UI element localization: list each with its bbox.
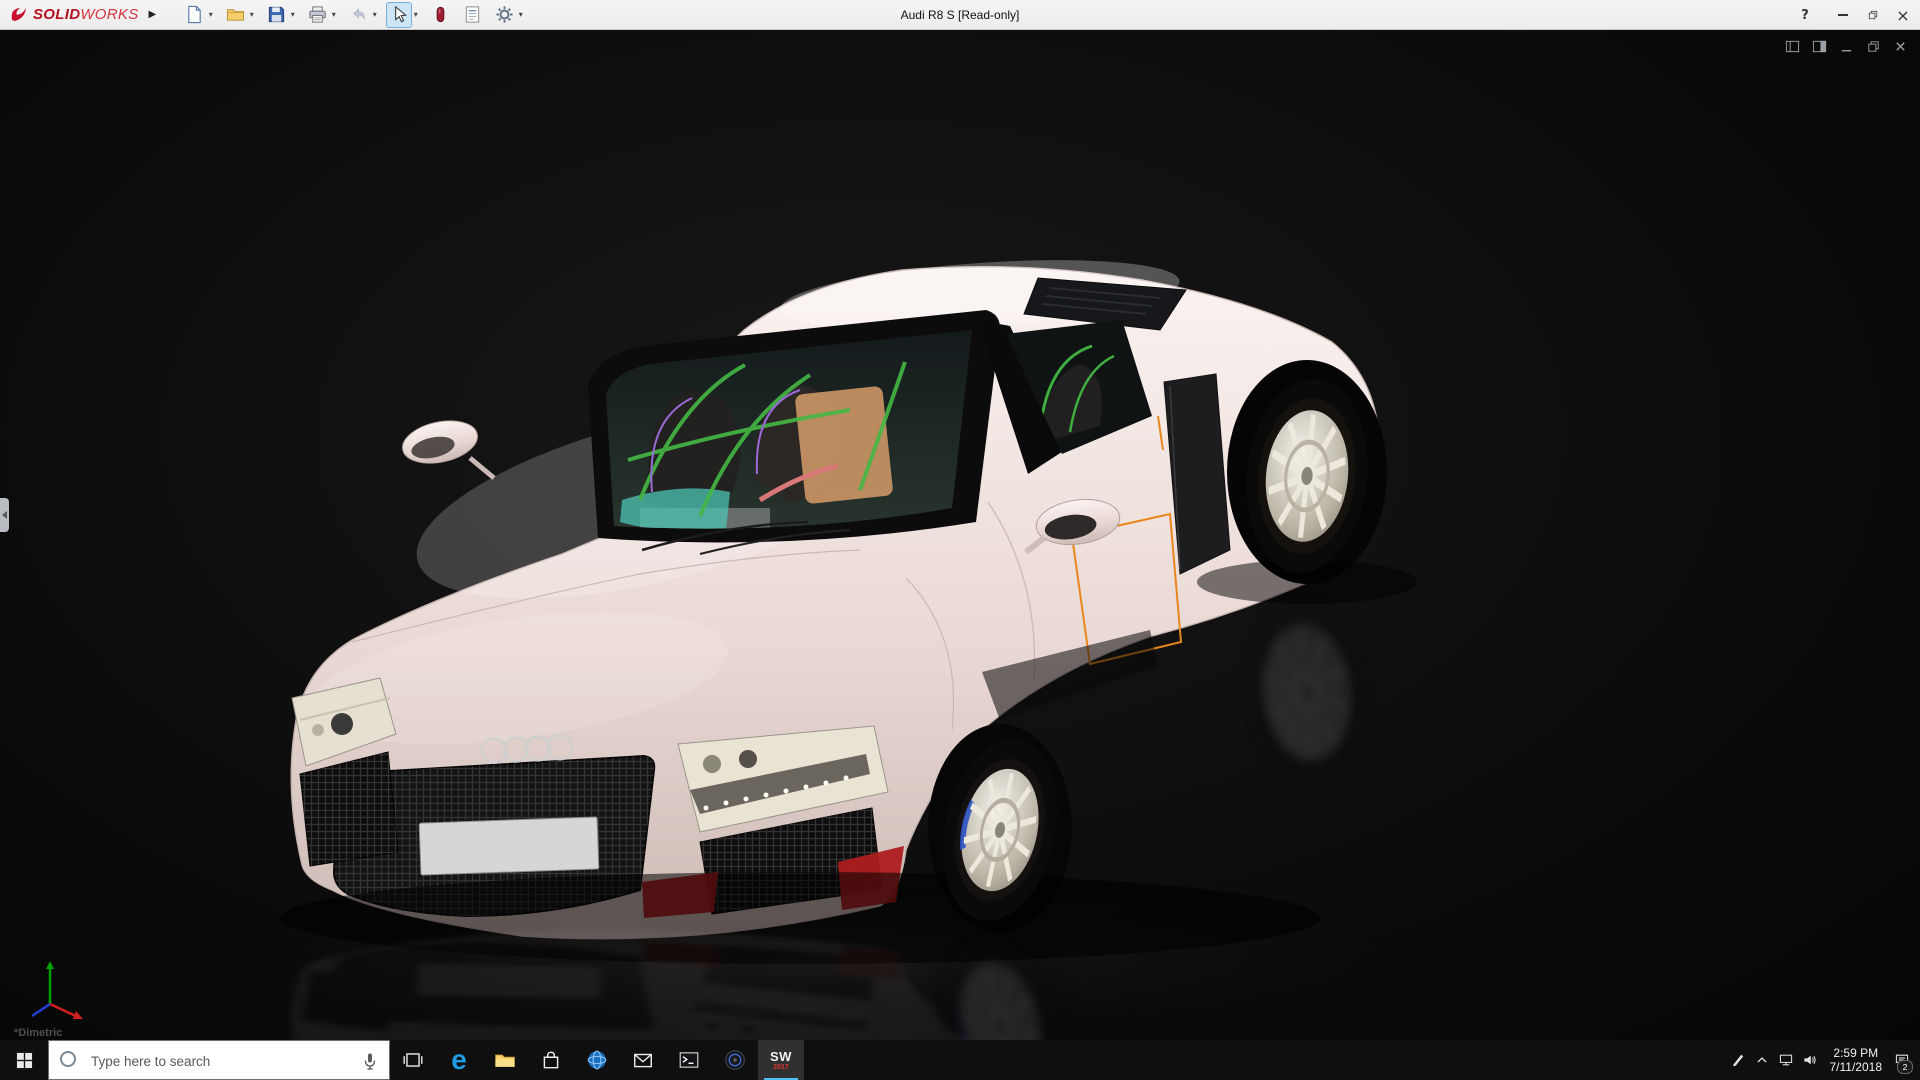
titlebar: SOLIDWORKS ▶ ▾ ▾ ▾ ▾ bbox=[0, 0, 1920, 30]
doc-close-icon[interactable] bbox=[1892, 38, 1908, 54]
minimize-icon bbox=[1838, 14, 1848, 16]
media-app-button[interactable] bbox=[712, 1040, 758, 1080]
save-dropdown[interactable]: ▾ bbox=[288, 10, 297, 19]
microphone-icon[interactable] bbox=[360, 1051, 380, 1071]
display-pane-icon[interactable] bbox=[1811, 38, 1827, 54]
edge-button[interactable]: e bbox=[436, 1040, 482, 1080]
undo-icon bbox=[349, 5, 368, 24]
left-mirror bbox=[399, 415, 482, 470]
z-axis bbox=[32, 1004, 50, 1016]
volume-button[interactable] bbox=[1798, 1040, 1822, 1080]
new-document-dropdown[interactable]: ▾ bbox=[206, 10, 215, 19]
page-icon bbox=[185, 5, 204, 24]
open-dropdown[interactable]: ▾ bbox=[247, 10, 256, 19]
graphics-area[interactable]: *Dimetric bbox=[0, 30, 1920, 1040]
folder-icon bbox=[226, 5, 245, 24]
red-capsule-icon bbox=[431, 5, 450, 24]
print-button[interactable] bbox=[305, 3, 329, 27]
globe-icon bbox=[586, 1049, 608, 1071]
sheet-icon bbox=[463, 5, 482, 24]
featuremanager-collapsed-tab[interactable] bbox=[0, 498, 9, 532]
ds-swirl-icon bbox=[8, 5, 30, 25]
undo-dropdown[interactable]: ▾ bbox=[370, 10, 379, 19]
windows-logo-icon bbox=[16, 1052, 33, 1069]
new-document-button[interactable] bbox=[182, 3, 206, 27]
taskbar-search[interactable] bbox=[48, 1040, 390, 1080]
system-tray: 2:59 PM 7/11/2018 2 bbox=[1726, 1040, 1920, 1080]
file-explorer-button[interactable] bbox=[482, 1040, 528, 1080]
brand-solid: SOLID bbox=[33, 6, 80, 23]
solidworks-logo: SOLIDWORKS bbox=[8, 5, 139, 25]
store-button[interactable] bbox=[528, 1040, 574, 1080]
featuremanager-pane-icon[interactable] bbox=[1784, 38, 1800, 54]
media-disc-icon bbox=[724, 1049, 746, 1071]
taskbar-clock[interactable]: 2:59 PM 7/11/2018 bbox=[1830, 1046, 1883, 1074]
start-button[interactable] bbox=[0, 1040, 48, 1080]
chevron-up-icon bbox=[1754, 1052, 1770, 1068]
floppy-icon bbox=[267, 5, 286, 24]
solidworks-taskbar-button[interactable]: SW 2017 bbox=[758, 1040, 804, 1080]
network-icon bbox=[1778, 1052, 1794, 1068]
solidworks-app-icon: SW 2017 bbox=[770, 1050, 792, 1071]
mail-icon bbox=[632, 1049, 654, 1071]
windows-taskbar: e SW 2017 bbox=[0, 1040, 1920, 1080]
clock-time: 2:59 PM bbox=[1830, 1046, 1883, 1060]
search-input[interactable] bbox=[89, 1041, 349, 1080]
printer-icon bbox=[308, 5, 327, 24]
window-title: Audi R8 S [Read-only] bbox=[901, 0, 1020, 30]
document-window-controls bbox=[1784, 38, 1908, 54]
file-properties-button[interactable] bbox=[460, 3, 484, 27]
license-plate bbox=[419, 817, 599, 875]
select-dropdown[interactable]: ▾ bbox=[411, 10, 420, 19]
gear-icon bbox=[495, 5, 514, 24]
cursor-icon bbox=[390, 5, 409, 24]
menu-flyout-arrow[interactable]: ▶ bbox=[149, 9, 157, 20]
windows-ink-button[interactable] bbox=[1726, 1040, 1750, 1080]
view-orientation-label: *Dimetric bbox=[14, 1027, 62, 1039]
globe-app-button[interactable] bbox=[574, 1040, 620, 1080]
doc-minimize-icon[interactable] bbox=[1838, 38, 1854, 54]
print-dropdown[interactable]: ▾ bbox=[329, 10, 338, 19]
console-icon bbox=[678, 1049, 700, 1071]
restore-icon bbox=[1867, 9, 1879, 21]
action-center-button[interactable]: 2 bbox=[1890, 1040, 1914, 1080]
solidworks-window: SOLIDWORKS ▶ ▾ ▾ ▾ ▾ bbox=[0, 0, 1920, 1080]
doc-restore-icon[interactable] bbox=[1865, 38, 1881, 54]
undo-button[interactable] bbox=[346, 3, 370, 27]
mail-button[interactable] bbox=[620, 1040, 666, 1080]
network-button[interactable] bbox=[1774, 1040, 1798, 1080]
open-button[interactable] bbox=[223, 3, 247, 27]
quick-toolbar: ▾ ▾ ▾ ▾ ▾ bbox=[182, 3, 533, 27]
notification-badge: 2 bbox=[1897, 1060, 1913, 1074]
appearance-button[interactable] bbox=[428, 3, 452, 27]
volume-icon bbox=[1802, 1052, 1818, 1068]
help-button[interactable]: ? bbox=[1790, 0, 1820, 30]
window-controls: ? × bbox=[1790, 0, 1918, 30]
restore-button[interactable] bbox=[1858, 0, 1888, 30]
3d-model-canvas[interactable] bbox=[0, 30, 1920, 1040]
clock-date: 7/11/2018 bbox=[1830, 1060, 1883, 1074]
minimize-button[interactable] bbox=[1828, 0, 1858, 30]
task-view-icon bbox=[402, 1049, 424, 1071]
edge-icon: e bbox=[451, 1046, 467, 1074]
select-button[interactable] bbox=[387, 3, 411, 27]
task-view-button[interactable] bbox=[390, 1040, 436, 1080]
rear-wheel-reflection bbox=[1237, 589, 1377, 795]
console-button[interactable] bbox=[666, 1040, 712, 1080]
close-button[interactable]: × bbox=[1888, 0, 1918, 30]
show-hidden-icons-button[interactable] bbox=[1750, 1040, 1774, 1080]
orientation-triad bbox=[10, 952, 88, 1026]
brand-works: WORKS bbox=[80, 6, 138, 23]
file-explorer-icon bbox=[494, 1049, 516, 1071]
options-dropdown[interactable]: ▾ bbox=[516, 10, 525, 19]
options-button[interactable] bbox=[492, 3, 516, 27]
save-button[interactable] bbox=[264, 3, 288, 27]
cortana-icon bbox=[60, 1051, 76, 1067]
store-icon bbox=[540, 1049, 562, 1071]
pen-icon bbox=[1730, 1052, 1746, 1068]
